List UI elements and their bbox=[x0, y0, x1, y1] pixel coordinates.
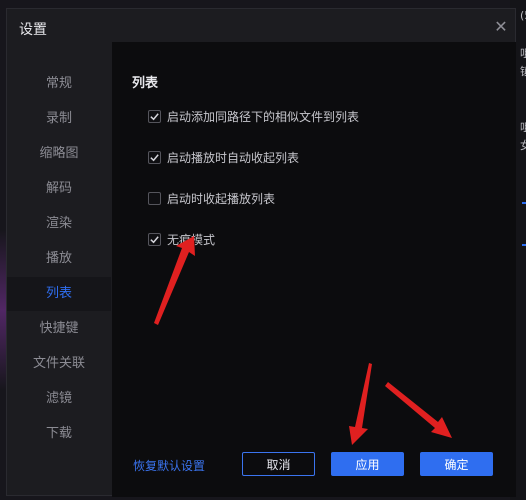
option-collapse-on-startup[interactable]: 启动时收起播放列表 bbox=[148, 190, 275, 206]
settings-dialog: 设置 ✕ 常规 录制 缩略图 解码 渲染 播放 列表 快捷键 文件关联 滤镜 下… bbox=[6, 8, 516, 497]
background-text: 咀 bbox=[520, 47, 526, 60]
sidebar-item-file-association[interactable]: 文件关联 bbox=[7, 347, 111, 381]
option-auto-collapse-on-play[interactable]: 启动播放时自动收起列表 bbox=[148, 149, 299, 165]
dialog-title: 设置 bbox=[19, 22, 47, 38]
background-text: 咀 bbox=[520, 121, 526, 134]
option-incognito-mode[interactable]: 无痕模式 bbox=[148, 231, 215, 247]
sidebar-item-decode[interactable]: 解码 bbox=[7, 172, 111, 206]
sidebar-item-general[interactable]: 常规 bbox=[7, 67, 111, 101]
settings-sidebar: 常规 录制 缩略图 解码 渲染 播放 列表 快捷键 文件关联 滤镜 下载 bbox=[7, 49, 111, 495]
checkmark-icon bbox=[150, 153, 159, 161]
close-icon: ✕ bbox=[494, 17, 508, 36]
sidebar-item-list[interactable]: 列表 bbox=[7, 277, 111, 311]
cancel-button[interactable]: 取消 bbox=[242, 452, 315, 476]
option-add-similar-files[interactable]: 启动添加同路径下的相似文件到列表 bbox=[148, 108, 359, 124]
ok-button[interactable]: 确定 bbox=[420, 452, 493, 476]
sidebar-item-playback[interactable]: 播放 bbox=[7, 242, 111, 276]
background-accent-line bbox=[522, 244, 526, 246]
apply-button[interactable]: 应用 bbox=[331, 452, 404, 476]
checkbox[interactable] bbox=[148, 150, 161, 164]
background-accent-line bbox=[522, 202, 526, 204]
option-label: 无痕模式 bbox=[167, 232, 216, 247]
sidebar-item-record[interactable]: 录制 bbox=[7, 102, 111, 136]
screenshot-page: (5 咀 镇 咀 女 设置 ✕ 常规 录制 缩略图 解码 渲染 播放 列表 快捷… bbox=[0, 0, 526, 500]
sidebar-item-render[interactable]: 渲染 bbox=[7, 207, 111, 241]
checkmark-icon bbox=[150, 112, 159, 120]
sidebar-item-shortcuts[interactable]: 快捷键 bbox=[7, 312, 111, 346]
close-button[interactable]: ✕ bbox=[491, 17, 511, 37]
option-label: 启动添加同路径下的相似文件到列表 bbox=[167, 109, 360, 124]
sidebar-item-filters[interactable]: 滤镜 bbox=[7, 382, 111, 416]
settings-content-panel: 列表 启动添加同路径下的相似文件到列表 启动播放时自动收起列表 启动时收起播放列… bbox=[112, 42, 516, 497]
background-text: (5 bbox=[520, 9, 526, 22]
checkbox[interactable] bbox=[148, 191, 161, 205]
sidebar-item-thumbnail[interactable]: 缩略图 bbox=[7, 137, 111, 171]
sidebar-item-download[interactable]: 下载 bbox=[7, 417, 111, 451]
option-label: 启动播放时自动收起列表 bbox=[167, 150, 300, 165]
checkbox[interactable] bbox=[148, 109, 161, 123]
section-title: 列表 bbox=[132, 76, 159, 91]
checkbox[interactable] bbox=[148, 232, 161, 246]
background-text: 镇 bbox=[520, 65, 526, 78]
restore-defaults-link[interactable]: 恢复默认设置 bbox=[133, 457, 205, 474]
checkmark-icon bbox=[150, 235, 159, 243]
option-label: 启动时收起播放列表 bbox=[167, 191, 276, 206]
background-text: 女 bbox=[520, 139, 526, 152]
